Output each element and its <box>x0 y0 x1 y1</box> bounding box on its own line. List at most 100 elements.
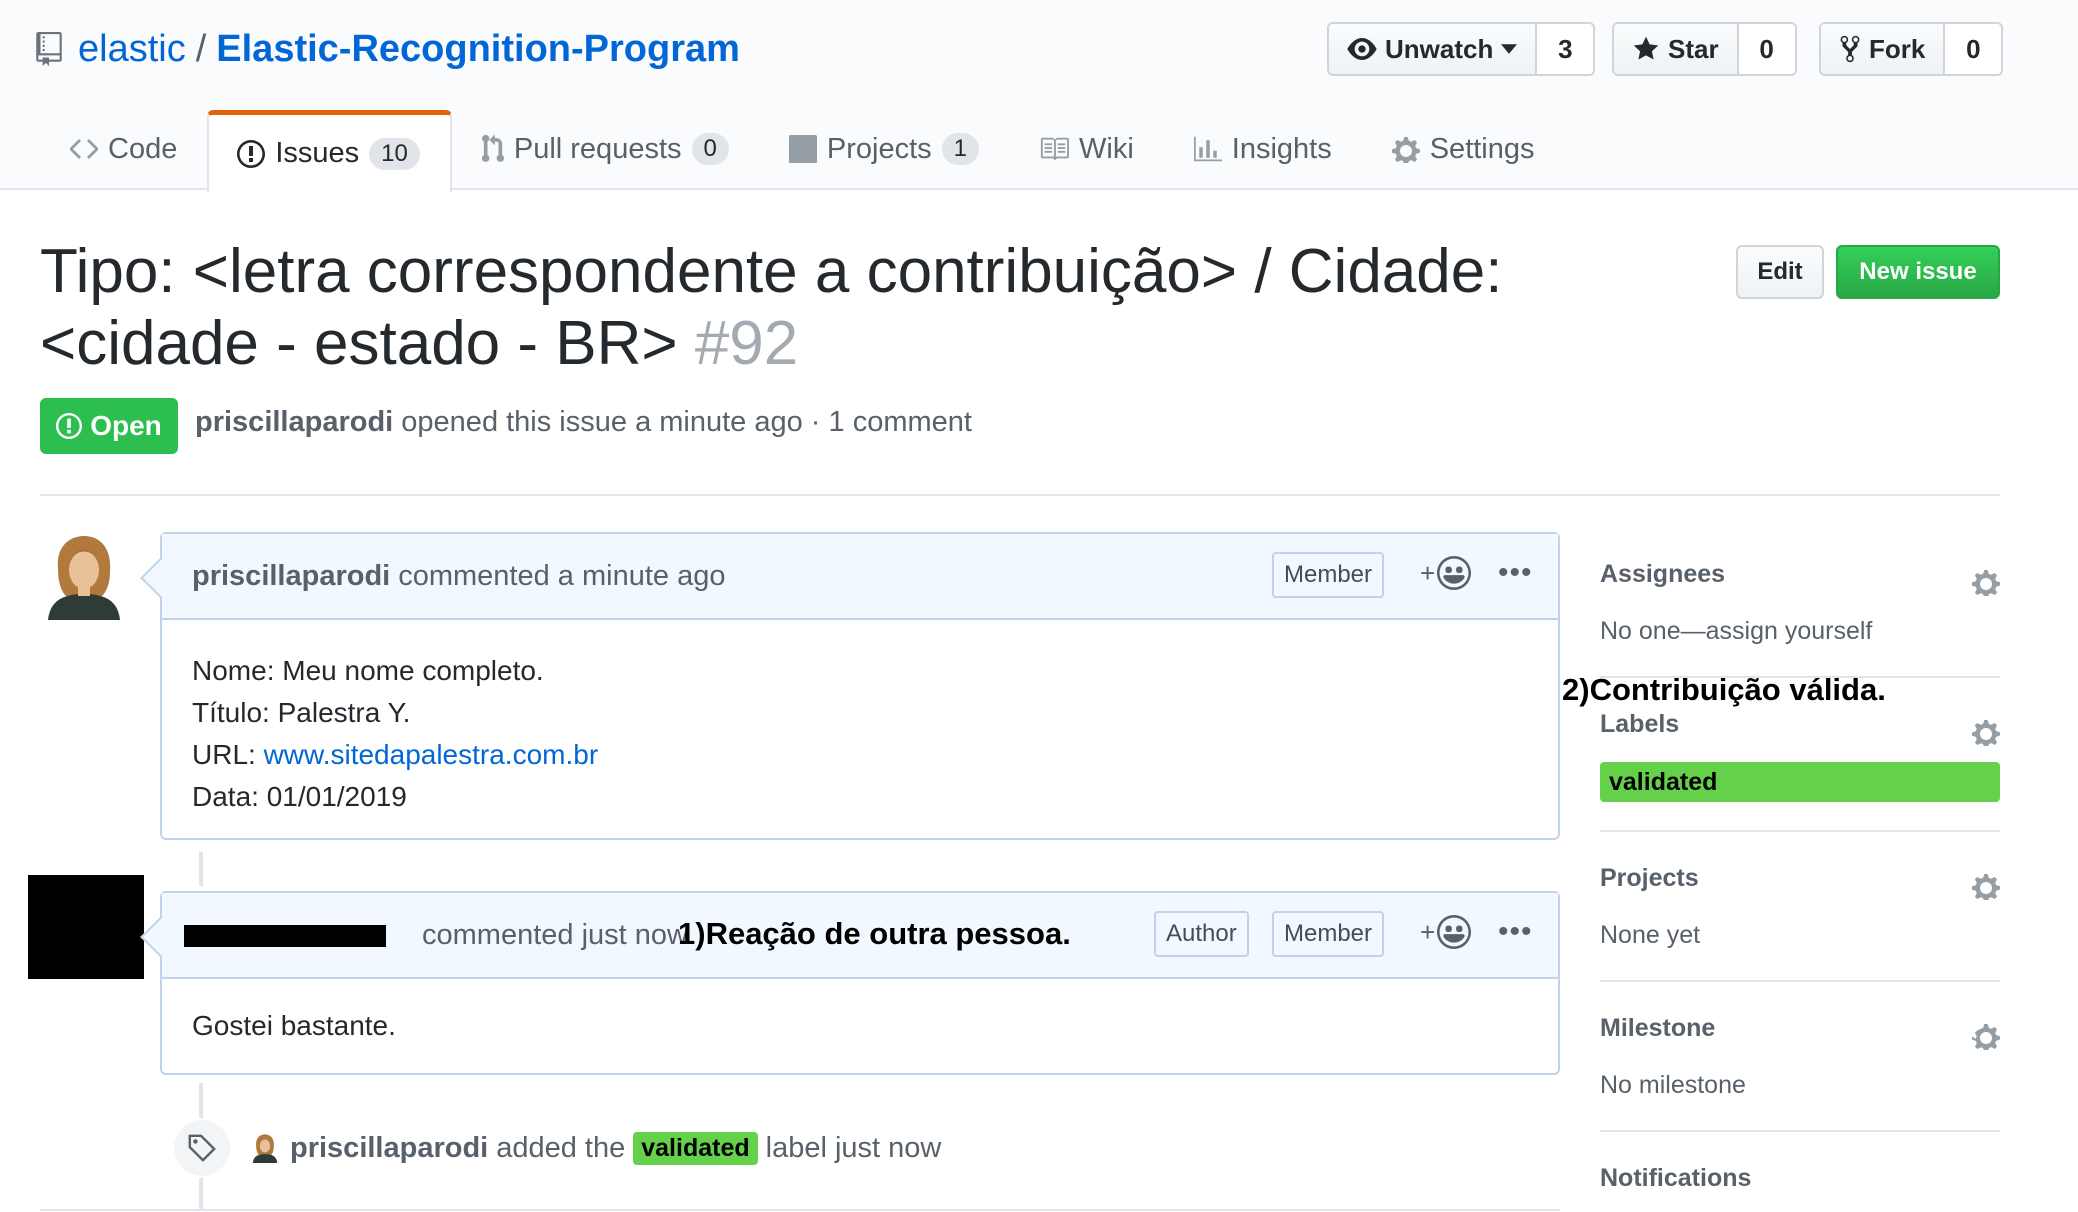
tab-insights[interactable]: Insights <box>1164 108 1362 190</box>
user-avatar-image <box>40 532 128 620</box>
tab-settings[interactable]: Settings <box>1362 108 1565 190</box>
more-options-icon[interactable]: ••• <box>1498 556 1533 590</box>
edit-button[interactable]: Edit <box>1736 245 1824 299</box>
more-options-icon[interactable]: ••• <box>1498 915 1533 949</box>
add-reaction-button[interactable]: + <box>1420 915 1472 949</box>
project-icon <box>788 135 817 163</box>
pull-request-icon <box>481 134 504 162</box>
tab-wiki-label: Wiki <box>1079 132 1134 165</box>
repo-icon <box>36 32 62 66</box>
book-icon <box>1040 137 1069 161</box>
watch-count[interactable]: 3 <box>1537 24 1594 74</box>
comment-timestamp[interactable]: commented just now <box>422 919 688 952</box>
fork-count[interactable]: 0 <box>1945 24 2002 74</box>
gear-icon <box>1391 137 1420 163</box>
projects-counter: 1 <box>941 133 979 165</box>
comment-timestamp[interactable]: commented a minute ago <box>398 560 725 593</box>
assignees-heading[interactable]: Assignees <box>1600 560 2000 589</box>
redacted-avatar[interactable] <box>28 875 144 979</box>
new-issue-button[interactable]: New issue <box>1836 245 2000 299</box>
issue-meta: priscillaparodi opened this issue a minu… <box>195 406 972 439</box>
eye-icon <box>1347 38 1377 60</box>
assignees-value[interactable]: No one—assign yourself <box>1600 617 2000 646</box>
repo-owner-link[interactable]: elastic <box>78 28 186 71</box>
tab-issues[interactable]: Issues 10 <box>207 110 452 192</box>
plus-icon: + <box>1420 557 1436 588</box>
projects-heading[interactable]: Projects <box>1600 864 2000 893</box>
issue-icon <box>237 139 266 168</box>
member-badge: Member <box>1272 552 1385 598</box>
comment-line-text: 01/01/2019 <box>266 781 407 812</box>
tab-pull-requests[interactable]: Pull requests 0 <box>452 108 759 190</box>
gear-icon[interactable] <box>1972 568 2000 596</box>
unwatch-button[interactable]: Unwatch <box>1329 24 1538 74</box>
sidebar-divider <box>1600 830 2000 832</box>
comment-line-prefix: Título: <box>192 697 278 728</box>
plus-icon: + <box>1420 916 1436 947</box>
fork-icon <box>1840 35 1860 63</box>
issues-counter: 10 <box>369 137 420 170</box>
comment-body: Nome: Meu nome completo. Título: Palestr… <box>162 620 1558 838</box>
validated-label[interactable]: validated <box>633 1131 758 1165</box>
comment-line-text: Palestra Y. <box>277 697 411 728</box>
comment-arrow <box>140 558 180 598</box>
milestone-value: No milestone <box>1600 1071 1746 1099</box>
add-reaction-button[interactable]: + <box>1420 556 1472 590</box>
tab-code-label: Code <box>108 132 178 165</box>
gear-icon[interactable] <box>1972 872 2000 900</box>
issue-number: #92 <box>694 309 799 378</box>
issue-state-badge: Open <box>40 398 178 454</box>
avatar[interactable] <box>250 1133 280 1163</box>
comment-line-text: Meu nome completo. <box>282 655 544 686</box>
comment-line: Título: Palestra Y. <box>192 692 1528 734</box>
gear-icon[interactable] <box>1972 718 2000 746</box>
labels-heading[interactable]: Labels <box>1600 710 2000 739</box>
caret-down-icon <box>1501 44 1518 54</box>
tab-insights-label: Insights <box>1231 132 1332 165</box>
issue-author-link[interactable]: priscillaparodi <box>195 406 393 438</box>
star-icon <box>1633 36 1659 60</box>
comment-line: URL: www.sitedapalestra.com.br <box>192 734 1528 776</box>
header-divider <box>40 494 2000 496</box>
tab-projects[interactable]: Projects 1 <box>759 108 1009 190</box>
tab-wiki[interactable]: Wiki <box>1009 108 1164 190</box>
tag-icon <box>172 1118 232 1178</box>
comment-author-link[interactable]: priscillaparodi <box>192 560 390 593</box>
comment-header: priscillaparodi commented a minute ago M… <box>140 534 1558 620</box>
milestone-section: Milestone No milestone <box>1600 1014 2000 1100</box>
fork-button[interactable]: Fork <box>1821 24 1946 74</box>
redacted-username <box>184 925 386 947</box>
star-button[interactable]: Star <box>1614 24 1739 74</box>
fork-label: Fork <box>1869 33 1926 64</box>
smiley-icon <box>1437 915 1472 949</box>
tab-code[interactable]: Code <box>40 108 207 190</box>
repo-nav-tabs: Code Issues 10 Pull requests 0 Projects … <box>40 108 1565 192</box>
tab-settings-label: Settings <box>1429 132 1535 165</box>
repo-name-link[interactable]: Elastic-Recognition-Program <box>216 28 740 71</box>
author-badge: Author <box>1154 911 1249 957</box>
tab-pull-requests-label: Pull requests <box>513 132 682 165</box>
star-button-group: Star 0 <box>1612 22 1797 76</box>
avatar[interactable] <box>40 532 128 620</box>
comment-url-link[interactable]: www.sitedapalestra.com.br <box>264 739 599 770</box>
validated-label[interactable]: validated <box>1600 762 2000 802</box>
projects-section: Projects None yet <box>1600 864 2000 950</box>
comment-body: Gostei bastante. <box>162 979 1558 1073</box>
comment-line-prefix: Data: <box>192 781 267 812</box>
star-count[interactable]: 0 <box>1738 24 1795 74</box>
event-actor-link[interactable]: priscillaparodi <box>290 1132 488 1165</box>
notifications-section: Notifications <box>1600 1164 2000 1193</box>
member-badge: Member <box>1272 911 1385 957</box>
graph-icon <box>1193 136 1222 162</box>
user-avatar-image <box>250 1133 280 1163</box>
milestone-heading[interactable]: Milestone <box>1600 1014 2000 1043</box>
timeline-connector <box>199 852 203 886</box>
repo-title: elastic / Elastic-Recognition-Program <box>36 24 740 74</box>
gear-icon[interactable] <box>1972 1022 2000 1050</box>
issue-state-label: Open <box>90 410 162 441</box>
projects-value: None yet <box>1600 921 1701 949</box>
label-event: priscillaparodi added the validated labe… <box>172 1118 941 1178</box>
issue-title: Tipo: <letra correspondente a contribuiç… <box>40 236 1540 380</box>
comment: priscillaparodi commented a minute ago M… <box>140 532 1560 840</box>
sidebar-divider <box>1600 980 2000 982</box>
